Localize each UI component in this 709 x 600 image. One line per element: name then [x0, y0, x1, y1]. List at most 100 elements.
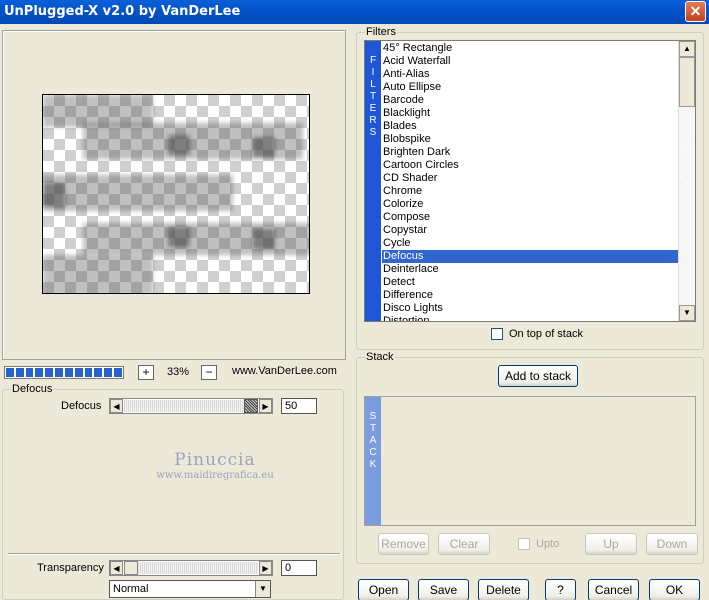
progress-segment — [114, 368, 122, 377]
progress-segment — [45, 368, 54, 377]
save-button[interactable]: Save — [418, 579, 469, 600]
cancel-button[interactable]: Cancel — [588, 579, 639, 600]
transparency-slider[interactable]: ◀ ▶ — [109, 560, 273, 576]
on-top-label: On top of stack — [509, 328, 583, 340]
filter-item[interactable]: Compose — [382, 211, 678, 224]
watermark: Pinuccia www.maidiregrafica.eu — [150, 450, 280, 481]
help-button[interactable]: ? — [545, 579, 576, 600]
tag-letter: C — [369, 447, 377, 458]
remove-button[interactable]: Remove — [378, 533, 429, 555]
render-progress-bar — [4, 366, 124, 379]
progress-segment — [64, 368, 73, 377]
slider-track[interactable] — [124, 562, 258, 574]
filters-side-tag: FILTERS — [365, 41, 381, 321]
blend-mode-select[interactable]: Normal ▼ — [109, 580, 271, 598]
transparency-label: Transparency — [37, 562, 104, 574]
slider-right-icon[interactable]: ▶ — [259, 399, 272, 413]
close-icon: ✕ — [689, 3, 702, 19]
filter-item[interactable]: Auto Ellipse — [382, 81, 678, 94]
tag-letter: E — [369, 103, 377, 114]
filters-list[interactable]: FILTERS 45° Rectangle Acid Waterfall Anti-… — [364, 40, 696, 322]
preview-panel — [2, 30, 346, 360]
filter-item[interactable]: Cartoon Circles — [382, 159, 678, 172]
tag-letter: S — [369, 127, 377, 138]
filter-item[interactable]: Detect — [382, 276, 678, 289]
filter-item[interactable]: Distortion — [382, 315, 678, 321]
transparency-value-input[interactable]: 0 — [281, 560, 317, 576]
up-button[interactable]: Up — [585, 533, 637, 555]
filter-item[interactable]: Copystar — [382, 224, 678, 237]
filter-item[interactable]: 45° Rectangle — [382, 42, 678, 55]
tag-letter: I — [371, 67, 375, 78]
filter-item[interactable]: Blades — [382, 120, 678, 133]
tag-letter: T — [369, 91, 377, 102]
filter-item[interactable]: Chrome — [382, 185, 678, 198]
progress-segment — [74, 368, 83, 377]
preview-image[interactable] — [42, 94, 310, 294]
filter-item[interactable]: Defocus — [382, 250, 678, 263]
title-bar: UnPlugged-X v2.0 by VanDerLee ✕ — [0, 0, 709, 24]
scroll-down-icon[interactable]: ▼ — [679, 305, 695, 321]
filter-item[interactable]: Disco Lights — [382, 302, 678, 315]
chevron-down-icon[interactable]: ▼ — [255, 581, 270, 597]
tag-letter: R — [369, 115, 377, 126]
close-button[interactable]: ✕ — [685, 1, 706, 22]
progress-segment — [104, 368, 113, 377]
tag-letter: A — [369, 435, 377, 446]
slider-track[interactable] — [124, 400, 258, 412]
blend-mode-value: Normal — [113, 583, 149, 595]
tag-letter: S — [369, 411, 377, 422]
scroll-up-icon[interactable]: ▲ — [679, 41, 695, 57]
filter-item[interactable]: Blacklight — [382, 107, 678, 120]
filters-items: 45° Rectangle Acid Waterfall Anti-Alias Aut… — [382, 42, 678, 321]
window-title: UnPlugged-X v2.0 by VanDerLee — [4, 4, 241, 19]
filter-item[interactable]: Blobspike — [382, 133, 678, 146]
defocus-value-input[interactable]: 50 — [281, 398, 317, 414]
filter-item[interactable]: CD Shader — [382, 172, 678, 185]
tag-letter: T — [369, 423, 377, 434]
filter-item[interactable]: Difference — [382, 289, 678, 302]
upto-checkbox[interactable] — [518, 538, 530, 550]
slider-thumb[interactable] — [244, 399, 258, 413]
stack-list[interactable]: STACK — [364, 396, 696, 526]
zoom-level: 33% — [166, 366, 190, 378]
defocus-slider[interactable]: ◀ ▶ — [109, 398, 273, 414]
down-button[interactable]: Down — [646, 533, 698, 555]
tag-letter: K — [369, 459, 377, 470]
slider-left-icon[interactable]: ◀ — [110, 399, 123, 413]
slider-right-icon[interactable]: ▶ — [259, 561, 272, 575]
add-to-stack-button[interactable]: Add to stack — [498, 365, 578, 387]
ok-button[interactable]: OK — [649, 579, 700, 600]
zoom-out-button[interactable]: − — [201, 365, 217, 380]
scroll-thumb[interactable] — [679, 57, 695, 107]
stack-group-label: Stack — [365, 351, 395, 363]
tag-letter: L — [370, 79, 376, 90]
progress-segment — [15, 368, 24, 377]
slider-thumb[interactable] — [124, 561, 138, 575]
delete-button[interactable]: Delete — [478, 579, 529, 600]
watermark-url: www.maidiregrafica.eu — [156, 470, 274, 481]
clear-button[interactable]: Clear — [438, 533, 490, 555]
on-top-checkbox[interactable] — [491, 328, 503, 340]
filter-item[interactable]: Barcode — [382, 94, 678, 107]
filters-scrollbar[interactable]: ▲ ▼ — [678, 41, 695, 321]
stack-side-tag: STACK — [365, 397, 381, 525]
zoom-in-button[interactable]: + — [138, 365, 154, 380]
filter-item[interactable]: Acid Waterfall — [382, 55, 678, 68]
progress-segment — [84, 368, 93, 377]
progress-segment — [94, 368, 103, 377]
progress-segment — [25, 368, 34, 377]
website-link[interactable]: www.VanDerLee.com — [232, 365, 337, 377]
upto-label: Upto — [536, 538, 560, 550]
filter-item[interactable]: Colorize — [382, 198, 678, 211]
filter-item[interactable]: Cycle — [382, 237, 678, 250]
slider-left-icon[interactable]: ◀ — [110, 561, 123, 575]
filters-group-label: Filters — [365, 26, 397, 38]
open-button[interactable]: Open — [358, 579, 409, 600]
tag-letter: F — [369, 55, 377, 66]
filter-item[interactable]: Anti-Alias — [382, 68, 678, 81]
filter-item[interactable]: Brighten Dark — [382, 146, 678, 159]
defocus-label: Defocus — [61, 400, 102, 412]
progress-segment — [6, 368, 14, 377]
filter-item[interactable]: Deinterlace — [382, 263, 678, 276]
